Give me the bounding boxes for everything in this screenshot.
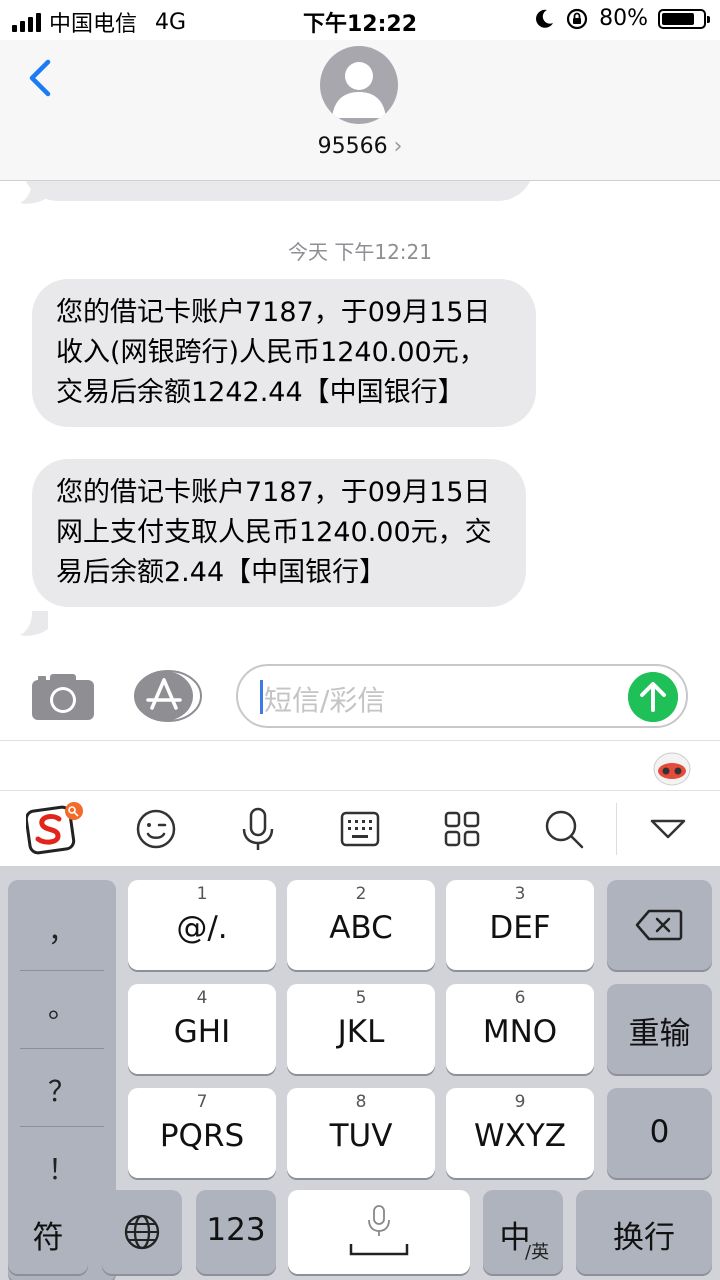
compose-bar: 短信/彩信 — [0, 648, 720, 740]
battery-fill — [662, 12, 694, 25]
keyboard-toolbar — [0, 790, 720, 867]
key-number: 7 — [196, 1092, 208, 1112]
backspace-icon — [635, 909, 683, 941]
messages-screen: 中国电信 4G 下午12:22 80% 95566 › 今天 下午12:21 您… — [0, 0, 720, 1280]
camera-icon[interactable] — [32, 672, 94, 720]
key-1[interactable]: 1 @/. — [128, 880, 276, 970]
key-9[interactable]: 9 WXYZ — [446, 1088, 594, 1178]
key-5[interactable]: 5 JKL — [287, 984, 435, 1074]
toolbar-divider — [616, 803, 617, 855]
globe-icon — [124, 1214, 160, 1250]
punctuation-period-key[interactable]: 。 — [8, 986, 116, 1026]
key-sublabel: /英 — [525, 1242, 550, 1263]
key-6[interactable]: 6 MNO — [446, 984, 594, 1074]
message-bubble[interactable]: 您的借记卡账户7187，于09月15日收入(网银跨行)人民币1240.00元，交… — [32, 279, 536, 427]
key-number: 5 — [355, 988, 367, 1008]
key-label: ABC — [329, 910, 393, 946]
chevron-left-icon[interactable] — [22, 58, 62, 98]
key-label: DEF — [489, 910, 551, 946]
key-label: JKL — [337, 1014, 385, 1050]
mascot-icon[interactable] — [652, 747, 692, 787]
bubble-tail — [20, 181, 48, 204]
person-icon — [332, 62, 386, 118]
input-placeholder: 短信/彩信 — [264, 684, 386, 717]
chevron-right-icon: › — [393, 134, 403, 159]
key-number: 4 — [196, 988, 208, 1008]
microphone-icon — [368, 1205, 390, 1236]
moon-icon — [536, 9, 554, 28]
key-label: MNO — [482, 1014, 558, 1050]
punctuation-comma-key[interactable]: ， — [8, 910, 116, 950]
punctuation-separator — [20, 970, 104, 971]
arrow-up-icon[interactable] — [628, 672, 678, 722]
keyboard-icon[interactable] — [336, 805, 384, 853]
numeric-key[interactable]: 123 — [196, 1190, 276, 1274]
key-7[interactable]: 7 PQRS — [128, 1088, 276, 1178]
message-bubble[interactable]: 您的借记卡账户7187，于09月15日网上支付支取人民币1240.00元，交易后… — [32, 459, 526, 607]
message-list[interactable]: 今天 下午12:21 您的借记卡账户7187，于09月15日收入(网银跨行)人民… — [0, 181, 720, 641]
avatar[interactable] — [320, 46, 398, 124]
text-caret — [260, 680, 263, 714]
smiley-icon[interactable] — [132, 805, 180, 853]
key-8[interactable]: 8 TUV — [287, 1088, 435, 1178]
key-label: PQRS — [159, 1118, 245, 1154]
punctuation-separator — [20, 1126, 104, 1127]
key-number: 2 — [355, 884, 367, 904]
microphone-icon[interactable] — [234, 805, 282, 853]
symbols-key[interactable]: 符 — [8, 1190, 88, 1274]
status-bar: 中国电信 4G 下午12:22 80% — [0, 0, 720, 40]
key-label: 符 — [32, 1220, 64, 1256]
message-input[interactable]: 短信/彩信 — [236, 664, 688, 728]
keyboard: ， 。 ？ ！ 1 @/. 2 ABC 3 DEF 4 GHI 5 JKL 6 … — [0, 866, 720, 1280]
message-timestamp: 今天 下午12:21 — [288, 240, 432, 264]
key-label: 123 — [206, 1212, 266, 1248]
message-text: 您的借记卡账户7187，于09月15日收入(网银跨行)人民币1240.00元，交… — [56, 297, 491, 408]
key-3[interactable]: 3 DEF — [446, 880, 594, 970]
key-label: WXYZ — [473, 1118, 567, 1154]
globe-key[interactable] — [102, 1190, 182, 1274]
rotation-lock-icon — [566, 8, 588, 29]
battery-percent: 80% — [599, 6, 648, 31]
key-number: 6 — [514, 988, 526, 1008]
bubble-tail — [20, 611, 48, 636]
contact-name[interactable]: 95566 › — [0, 134, 720, 159]
key-label: @/. — [176, 910, 228, 946]
contact-number: 95566 — [317, 134, 388, 159]
key-number: 8 — [355, 1092, 367, 1112]
battery-icon — [658, 8, 710, 29]
key-label: 换行 — [613, 1220, 675, 1256]
candidate-strip — [0, 740, 720, 791]
key-0[interactable]: 0 — [607, 1088, 712, 1178]
status-right: 80% — [533, 6, 710, 31]
app-store-icon[interactable] — [134, 670, 202, 722]
key-2[interactable]: 2 ABC — [287, 880, 435, 970]
previous-message-bubble — [22, 181, 534, 201]
grid-icon[interactable] — [438, 805, 486, 853]
triangle-down-icon[interactable] — [644, 805, 692, 853]
key-number: 1 — [196, 884, 208, 904]
conversation-header: 95566 › — [0, 40, 720, 181]
search-icon[interactable] — [540, 805, 588, 853]
key-number: 3 — [514, 884, 526, 904]
key-label: TUV — [329, 1118, 393, 1154]
key-label: 重输 — [628, 1016, 691, 1052]
key-label: GHI — [173, 1014, 231, 1050]
key-4[interactable]: 4 GHI — [128, 984, 276, 1074]
retype-key[interactable]: 重输 — [607, 984, 712, 1074]
sogou-logo-icon[interactable] — [26, 801, 84, 855]
enter-key[interactable]: 换行 — [576, 1190, 712, 1274]
space-bar-icon — [349, 1244, 409, 1256]
key-label: 0 — [649, 1114, 670, 1150]
message-text: 您的借记卡账户7187，于09月15日网上支付支取人民币1240.00元，交易后… — [56, 477, 492, 588]
delete-key[interactable] — [607, 880, 712, 970]
punctuation-separator — [20, 1048, 104, 1049]
key-number: 9 — [514, 1092, 526, 1112]
space-key[interactable] — [288, 1190, 470, 1274]
punctuation-exclaim-key[interactable]: ！ — [8, 1148, 116, 1188]
punctuation-question-key[interactable]: ？ — [8, 1070, 116, 1110]
language-toggle-key[interactable]: 中 /英 — [483, 1190, 563, 1274]
